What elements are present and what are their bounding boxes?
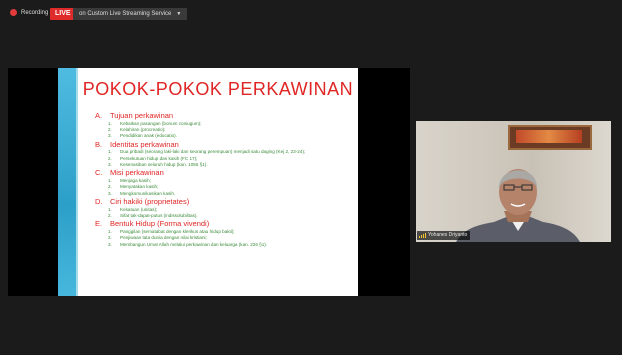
section-title: Identitas perkawinan [110,139,179,149]
streaming-service-label: on Custom Live Streaming Service [79,11,172,17]
section-items: 1. Kesatuan (unitas); 2. Sifat tak-dapat-pu… [108,207,355,220]
slide-section-heading: D. Ciri hakiki (proprietates) [95,197,355,207]
signal-bars-icon [419,233,426,238]
section-letter: B. [95,139,103,149]
section-items: 1. Dua pribadi (seorang laki-laki dan seo… [108,149,355,168]
section-letter: C. [95,168,103,178]
section-items: 1. Kebaikan pasangan (bonum coniugum); 2. K… [108,121,355,140]
section-items: 1. Menjaga kasih; 2. Menyatakan kasih; 3. Men… [108,178,355,197]
slide-decorative-band [58,68,78,296]
top-bar: Recording LIVE on Custom Live Streaming … [0,0,622,30]
slide-section-heading: A. Tujuan perkawinan [95,111,355,121]
live-badge[interactable]: LIVE [50,8,76,20]
participant-name: Yohanes Driyanto [428,232,468,238]
section-title: Tujuan perkawinan [110,111,174,120]
presentation-slide: POKOK-POKOK PERKAWINAN A. Tujuan perkawin… [58,68,358,296]
slide-section-heading: E. Bentuk Hidup (Forma vivendi) [95,219,355,229]
recording-indicator[interactable]: Recording [10,9,48,16]
section-title: Bentuk Hidup (Forma vivendi) [110,219,210,229]
section-letter: E. [95,219,103,229]
record-dot-icon [10,9,17,16]
slide-title: POKOK-POKOK PERKAWINAN [82,79,354,99]
section-item: 3. Membangun Umat Allah melalui perkawina… [108,242,355,248]
streaming-service-dropdown[interactable]: on Custom Live Streaming Service ▼ [73,8,188,20]
section-letter: D. [95,197,103,207]
slide-sections: A. Tujuan perkawinan 1. Kebaikan pasangan (… [95,111,355,248]
section-items: 1. Panggilan (sematabat dengan klerikus a… [108,229,355,248]
recording-label: Recording [21,9,49,16]
participant-name-tag: Yohanes Driyanto [417,231,471,240]
section-title: Misi perkawinan [110,168,164,178]
participant-figure [456,169,580,242]
section-title: Ciri hakiki (proprietates) [110,197,190,207]
item-number: 3. [108,241,112,247]
section-letter: A. [95,111,103,120]
slide-section-heading: C. Misi perkawinan [95,168,355,178]
item-text: Membangun Umat Allah melalui perkawinan … [120,241,268,247]
participant-video[interactable]: Yohanes Driyanto [416,121,611,242]
chevron-down-icon: ▼ [176,11,182,17]
slide-section-heading: B. Identitas perkawinan [95,140,355,150]
